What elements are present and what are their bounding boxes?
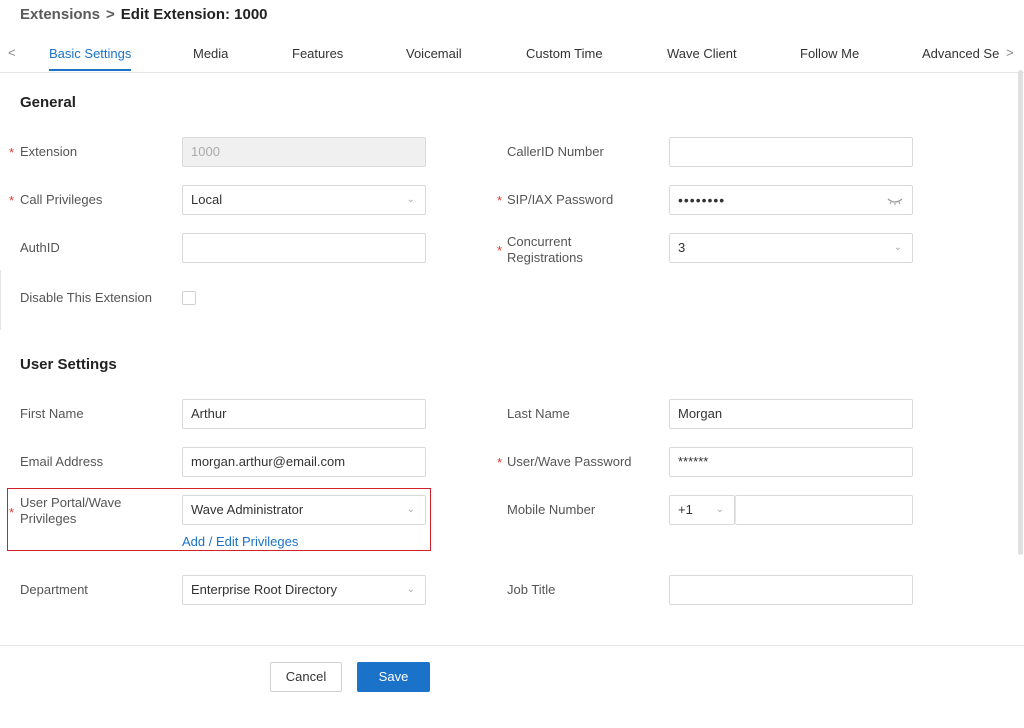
concurrent-registrations-label-line2: Registrations: [507, 250, 583, 265]
portal-privileges-value: Wave Administrator: [191, 502, 304, 517]
chevron-down-icon: ⌄: [715, 504, 724, 515]
breadcrumb-extensions[interactable]: Extensions: [20, 6, 100, 23]
authid-label: AuthID: [20, 240, 60, 255]
required-marker: *: [497, 243, 503, 258]
user-wave-password-input[interactable]: ******: [669, 447, 913, 477]
tab-basic-settings[interactable]: Basic Settings: [49, 46, 132, 71]
extension-field: 1000: [182, 137, 426, 167]
section-title-user-settings: User Settings: [20, 356, 117, 373]
tab-wave-client[interactable]: Wave Client: [667, 46, 737, 61]
tab-custom-time[interactable]: Custom Time: [526, 46, 603, 61]
concurrent-registrations-label-line1: Concurrent: [507, 234, 572, 249]
chevron-down-icon: ⌄: [406, 504, 415, 515]
breadcrumb: Extensions > Edit Extension: 1000: [20, 6, 268, 23]
callerid-number-label: CallerID Number: [507, 144, 604, 159]
tab-bar: < Basic Settings Media Features Voicemai…: [0, 40, 1024, 73]
scrollbar[interactable]: [1018, 70, 1023, 555]
disable-extension-label: Disable This Extension: [20, 290, 152, 305]
mobile-country-code-select[interactable]: +1 ⌄: [669, 495, 735, 525]
job-title-input[interactable]: [669, 575, 913, 605]
call-privileges-label: Call Privileges: [20, 192, 103, 207]
email-input[interactable]: morgan.arthur@email.com: [182, 447, 426, 477]
cancel-button[interactable]: Cancel: [270, 662, 342, 692]
breadcrumb-separator: >: [106, 6, 115, 23]
callerid-number-input[interactable]: [669, 137, 913, 167]
mobile-country-code-value: +1: [678, 502, 693, 517]
add-edit-privileges-link[interactable]: Add / Edit Privileges: [182, 534, 298, 549]
chevron-down-icon: ⌄: [406, 584, 415, 595]
chevron-down-icon: ⌄: [893, 242, 902, 253]
sip-iax-password-label: SIP/IAX Password: [507, 192, 614, 207]
section-title-general: General: [20, 94, 76, 111]
mobile-number-label: Mobile Number: [507, 502, 596, 517]
sip-iax-password-input[interactable]: ••••••••: [669, 185, 913, 215]
portal-privileges-select[interactable]: Wave Administrator ⌄: [182, 495, 426, 525]
user-wave-password-label: User/Wave Password: [507, 454, 632, 469]
page-title: Edit Extension: 1000: [120, 6, 268, 23]
chevron-left-icon[interactable]: <: [8, 45, 16, 60]
disable-extension-checkbox[interactable]: [182, 291, 196, 305]
sip-iax-password-value: ••••••••: [678, 192, 726, 208]
department-label: Department: [20, 582, 88, 597]
first-name-label: First Name: [20, 406, 84, 421]
department-value: Enterprise Root Directory: [191, 582, 337, 597]
mobile-number-input[interactable]: [735, 495, 913, 525]
last-name-input[interactable]: Morgan: [669, 399, 913, 429]
tab-voicemail[interactable]: Voicemail: [406, 46, 462, 61]
portal-privileges-label-line1: User Portal/Wave: [20, 495, 122, 510]
chevron-down-icon: ⌄: [406, 194, 415, 205]
footer-divider: [0, 645, 1024, 646]
panel-edge: [0, 270, 1, 330]
authid-input[interactable]: [182, 233, 426, 263]
first-name-input[interactable]: Arthur: [182, 399, 426, 429]
department-select[interactable]: Enterprise Root Directory ⌄: [182, 575, 426, 605]
portal-privileges-label-line2: Privileges: [20, 511, 77, 526]
tab-media[interactable]: Media: [193, 46, 228, 61]
required-marker: *: [9, 193, 15, 208]
concurrent-registrations-value: 3: [678, 240, 686, 255]
last-name-label: Last Name: [507, 406, 570, 421]
required-marker: *: [9, 145, 15, 160]
call-privileges-value: Local: [191, 192, 223, 207]
tab-advanced-settings[interactable]: Advanced Se: [922, 46, 999, 61]
required-marker: *: [9, 505, 15, 520]
tab-follow-me[interactable]: Follow Me: [800, 46, 859, 61]
required-marker: *: [497, 193, 503, 208]
eye-closed-icon[interactable]: [887, 186, 903, 224]
concurrent-registrations-select[interactable]: 3 ⌄: [669, 233, 913, 263]
save-button[interactable]: Save: [357, 662, 430, 692]
email-label: Email Address: [20, 454, 104, 469]
required-marker: *: [497, 455, 503, 470]
tab-features[interactable]: Features: [292, 46, 343, 61]
job-title-label: Job Title: [507, 582, 556, 597]
chevron-right-icon[interactable]: >: [1006, 45, 1014, 60]
call-privileges-select[interactable]: Local ⌄: [182, 185, 426, 215]
extension-label: Extension: [20, 144, 78, 159]
